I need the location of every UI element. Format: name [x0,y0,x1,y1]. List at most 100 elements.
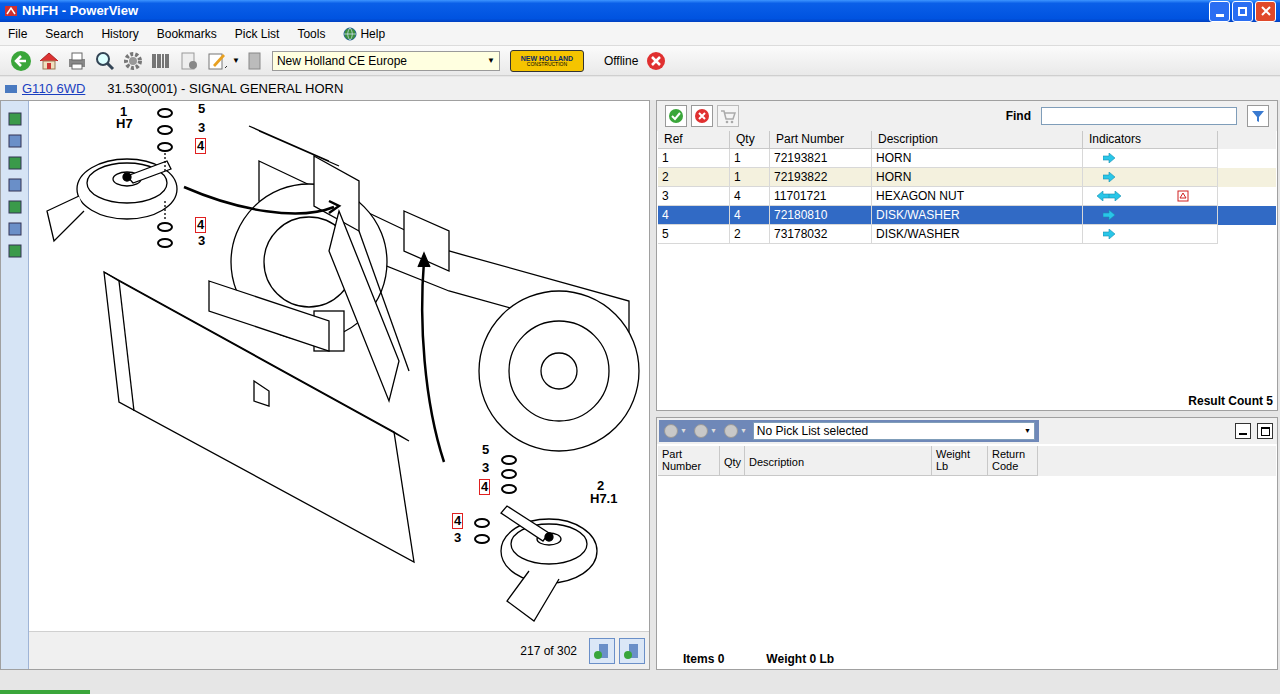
dropdown-caret-icon[interactable]: ▼ [710,426,717,437]
find-input[interactable] [1041,107,1237,125]
close-button[interactable] [1255,1,1276,22]
picklist-select[interactable]: No Pick List selected▼ [753,422,1035,440]
callout-label[interactable]: 5 [197,102,206,116]
cancel-button[interactable] [691,105,713,127]
dropdown-caret-icon[interactable]: ▼ [740,426,747,437]
erase-tool-icon[interactable] [7,155,23,171]
pdf-icon[interactable] [1177,190,1189,202]
accept-button[interactable] [665,105,687,127]
fit-tool-icon[interactable] [7,243,23,259]
offline-x-icon[interactable] [646,51,666,71]
printer-icon [66,50,88,72]
page-button[interactable] [242,48,268,74]
items-count: Items 0 [683,650,724,668]
refresh-tool-icon[interactable] [7,111,23,127]
column-header[interactable]: Part Number [770,131,872,149]
globe-icon [343,27,357,41]
powerview-window: NHFH - PowerView File Search History Bookmar… [0,0,1280,694]
catalog-select[interactable]: New Holland CE Europe▼ [272,51,500,71]
diagram-canvas[interactable]: 1H753443534432H7.1 [29,101,649,631]
back-button[interactable] [8,48,34,74]
minimize-button[interactable] [1209,1,1230,22]
text-tool-icon[interactable] [7,199,23,215]
magnifier-icon [94,50,116,72]
callout-label[interactable]: 5 [481,443,490,457]
column-header[interactable]: ReturnCode [988,446,1038,476]
right-arrow-icon [1103,172,1115,182]
home-button[interactable] [36,48,62,74]
column-header[interactable]: Description [872,131,1083,149]
app-icon [4,4,18,18]
new-holland-logo: NEW HOLLANDCONSTRUCTION [510,50,584,72]
save-tool-icon[interactable] [7,133,23,149]
menu-item[interactable]: Search [45,25,83,43]
column-header[interactable]: WeightLb [932,446,988,476]
select-caret-icon: ▼ [1024,426,1031,437]
column-header[interactable]: Indicators [1083,131,1218,149]
search-button[interactable] [92,48,118,74]
add-to-cart-button[interactable] [717,105,739,127]
menu-item[interactable]: Help [343,25,385,43]
left-arrow-icon [1097,191,1109,201]
page-icon [244,50,266,72]
picklist-toolbar: ▼▼▼No Pick List selected▼ [657,418,1277,444]
previous-page-button[interactable] [589,638,615,664]
panel-maximize-button[interactable] [1257,423,1273,439]
callout-label[interactable]: 4 [195,217,206,233]
menu-item[interactable]: Tools [297,25,325,43]
model-link[interactable]: G110 6WD [22,79,85,99]
parts-row[interactable]: 2172193822HORN [658,168,1276,187]
filter-button[interactable] [1247,105,1269,127]
callout-label[interactable]: 3 [481,461,490,475]
column-header[interactable]: Qty [720,446,745,476]
notepad-icon [206,50,228,72]
color-tool-icon[interactable] [7,221,23,237]
close-icon [1261,6,1271,16]
diagram-footer: 217 of 302 [29,631,649,669]
maximize-button[interactable] [1232,1,1253,22]
notes-button[interactable] [204,48,230,74]
column-header[interactable]: PartNumber [658,446,720,476]
callout-label[interactable]: 3 [197,121,206,135]
barcode-button[interactable] [148,48,174,74]
right-arrow-icon [1109,191,1121,201]
menu-item[interactable]: Pick List [235,25,280,43]
settings-button[interactable] [120,48,146,74]
zoom-tool-icon[interactable] [7,177,23,193]
panel-minimize-button[interactable] [1235,423,1251,439]
parts-row[interactable]: 3411701721HEXAGON NUT [658,187,1276,206]
callout-label[interactable]: 3 [453,531,462,545]
tools-button[interactable] [176,48,202,74]
callout-label[interactable]: 4 [452,513,463,529]
parts-row[interactable]: 4472180810DISK/WASHER [658,206,1276,225]
parts-toolbar: Find [657,101,1277,131]
picklist-remove-icon[interactable] [693,423,709,439]
column-header[interactable]: Ref [658,131,730,149]
parts-row[interactable]: 1172193821HORN [658,149,1276,168]
result-count: Result Count 5 [657,392,1277,410]
menu-bar: File Search History Bookmarks Pick List Tools… [0,22,1280,46]
parts-row[interactable]: 5273178032DISK/WASHER [658,225,1276,244]
picklist-cart-icon[interactable] [663,423,679,439]
menu-item[interactable]: History [101,25,138,43]
callout-label[interactable]: H7.1 [589,492,618,506]
callout-label[interactable]: 4 [195,138,206,154]
parts-panel: FindRefQtyPart NumberDescriptionIndicato… [656,100,1278,411]
callout-label[interactable]: H7 [115,117,134,131]
dropdown-caret-icon[interactable]: ▼ [680,426,687,437]
callout-label[interactable]: 3 [197,234,206,248]
dropdown-caret-icon[interactable]: ▼ [232,55,240,67]
funnel-icon [1251,109,1265,123]
print-button[interactable] [64,48,90,74]
title-bar: NHFH - PowerView [0,0,1280,22]
column-header[interactable]: Qty [730,131,770,149]
gear-icon [122,50,144,72]
menu-item[interactable]: File [8,25,27,43]
callout-label[interactable]: 4 [479,479,490,495]
next-page-button[interactable] [619,638,645,664]
menu-item[interactable]: Bookmarks [157,25,217,43]
callout-label[interactable]: 2 [596,479,605,493]
horn-diagram-drawing [29,101,647,631]
picklist-add-icon[interactable] [723,423,739,439]
column-header[interactable]: Description [745,446,932,476]
